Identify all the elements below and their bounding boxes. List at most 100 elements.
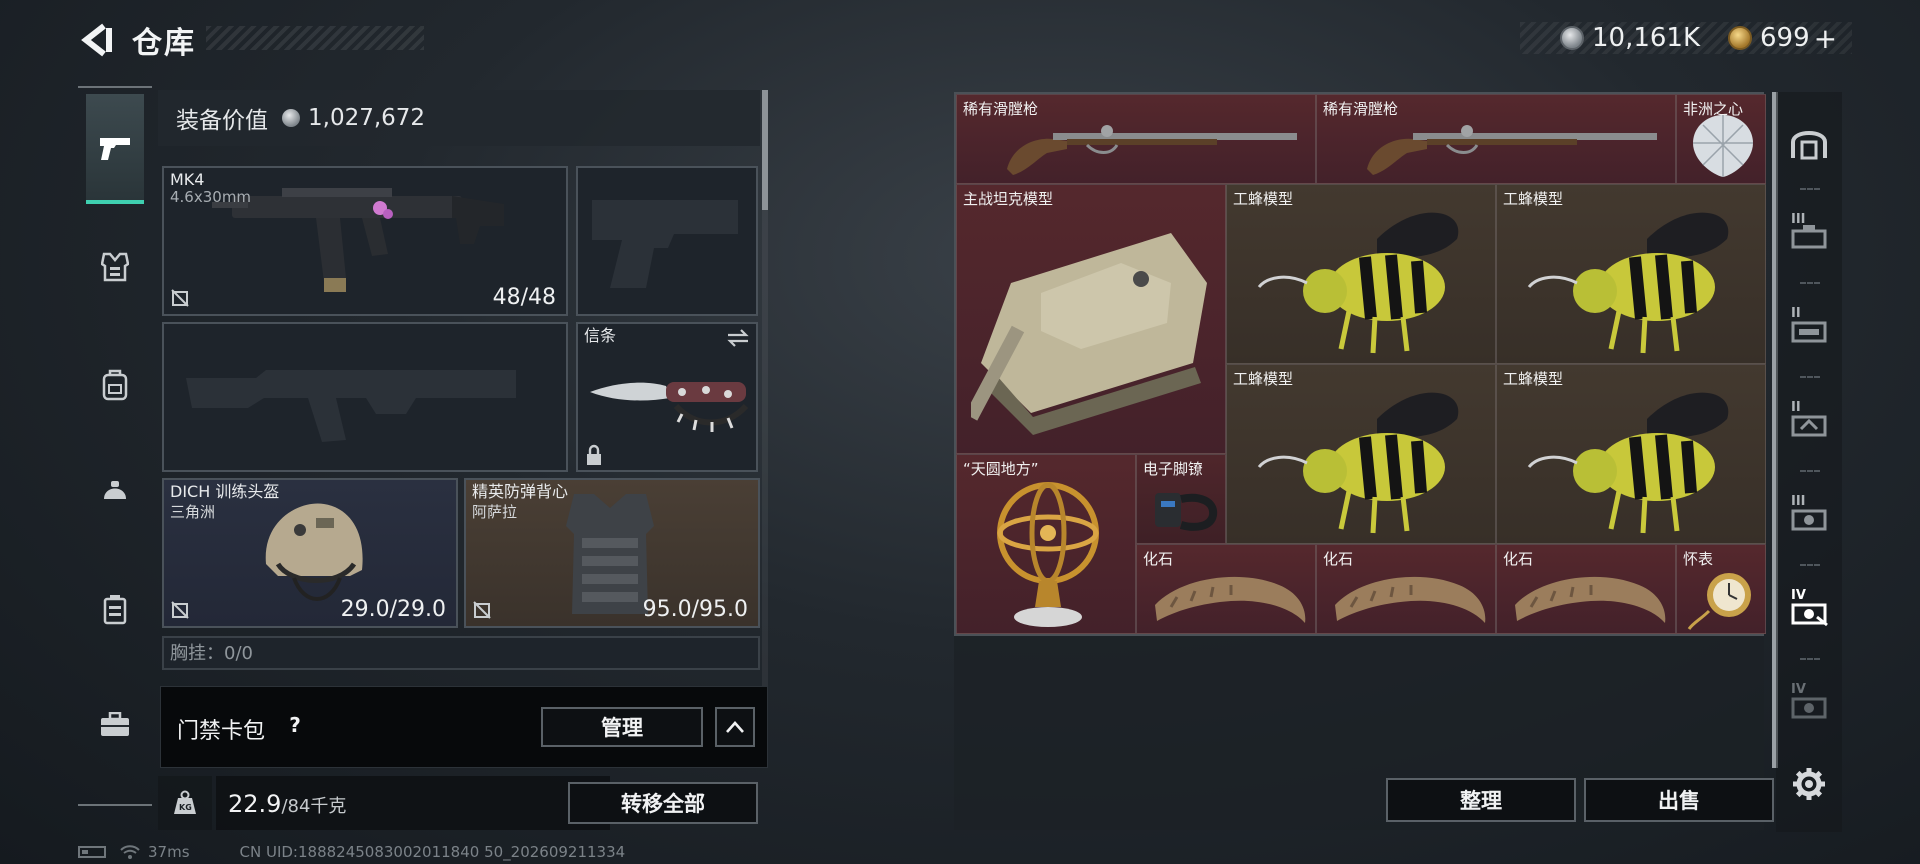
stash-item[interactable]: 化石 [1496, 544, 1676, 634]
ping-value: 37ms [148, 843, 190, 861]
pocket-watch-image [1687, 573, 1751, 630]
stash-item[interactable]: “天圆地方” [956, 454, 1136, 634]
armillary-sphere-image [997, 482, 1099, 627]
stash-tab-2a[interactable]: II [1785, 306, 1833, 354]
rifle-silhouette-icon [186, 370, 516, 442]
tab-level-label: III [1791, 494, 1806, 509]
stash-item[interactable]: 主战坦克模型 [956, 184, 1226, 454]
stash-tab-2b[interactable]: II [1785, 400, 1833, 448]
item-name: 主战坦克模型 [963, 190, 1054, 208]
primary-weapon-name: MK4 [170, 170, 205, 189]
equipment-panel: 装备价值 1,027,672 MK4 4.6x30mm 48/48 信条 DIC… [158, 90, 770, 830]
ankle-monitor-image [1155, 493, 1218, 531]
gold-plus[interactable]: + [1814, 22, 1837, 55]
vest-durability: 95.0/95.0 [642, 597, 748, 622]
chest-rig-label: 胸挂：0/0 [170, 643, 253, 664]
sort-button[interactable]: 整理 [1386, 778, 1576, 822]
tab-level-label: IV [1791, 682, 1806, 697]
transfer-all-button[interactable]: 转移全部 [568, 782, 758, 824]
primary-weapon-slot[interactable]: MK4 4.6x30mm 48/48 [162, 166, 568, 316]
category-rail [78, 86, 152, 806]
stash-item[interactable]: 化石 [1316, 544, 1496, 634]
stash-item[interactable]: 非洲之心 [1676, 94, 1766, 184]
diamond-image [1693, 115, 1753, 177]
pistol-icon [100, 138, 130, 160]
equipment-value: 1,027,672 [308, 105, 426, 131]
equipment-value-label: 装备价值 [176, 108, 268, 134]
helmet-durability: 29.0/29.0 [340, 597, 446, 622]
musket-image [1007, 125, 1297, 175]
backpack-icon [102, 369, 128, 401]
keycard-wallet-bar: 门禁卡包 ? 管理 [160, 686, 768, 768]
stash-item[interactable]: 工蜂模型 [1496, 364, 1766, 544]
chest-rig-icon [103, 595, 127, 625]
settings-button[interactable] [1785, 760, 1833, 808]
musket-image [1367, 125, 1657, 175]
stash-tab-3[interactable]: III [1785, 212, 1833, 260]
swap-icon[interactable] [726, 328, 750, 348]
stash-tab-4b[interactable]: IV [1785, 682, 1833, 730]
secondary-weapon-slot-empty[interactable] [162, 322, 568, 472]
manage-button[interactable]: 管理 [541, 707, 703, 747]
battery-icon [78, 846, 106, 858]
category-helmet[interactable] [86, 462, 144, 520]
stash-item[interactable]: 工蜂模型 [1226, 184, 1496, 364]
stash-item[interactable]: 稀有滑膛枪 [956, 94, 1316, 184]
page-title: 仓库 [132, 26, 196, 61]
tab-level-label: II [1791, 400, 1801, 415]
category-case[interactable] [86, 696, 144, 754]
weight-max: /84千克 [281, 796, 347, 817]
stash-tab-3b[interactable]: III [1785, 494, 1833, 542]
melee-slot[interactable]: 信条 [576, 322, 758, 472]
stash-item[interactable]: 工蜂模型 [1496, 184, 1766, 364]
sell-button[interactable]: 出售 [1584, 778, 1774, 822]
fossil-claw-image [1155, 576, 1306, 623]
category-chest-rig[interactable] [86, 580, 144, 638]
stash-item[interactable]: 怀表 [1676, 544, 1766, 634]
stash-item[interactable]: 电子脚镣 [1136, 454, 1226, 544]
item-name: 电子脚镣 [1143, 460, 1204, 478]
vest-region: 阿萨拉 [472, 503, 518, 521]
helmet-image [265, 503, 363, 601]
tab-level-label: IV [1791, 588, 1806, 603]
weight-value: 22.9/84千克 [228, 790, 346, 818]
weight-kg-icon: KG [158, 776, 212, 830]
bee-model-image [1257, 392, 1459, 534]
gold-currency[interactable]: 699 + [1728, 20, 1837, 56]
title-decoration [206, 26, 424, 50]
tab-level-label: II [1791, 306, 1801, 321]
armor-vest-slot[interactable]: 精英防弹背心 阿萨拉 95.0/95.0 [464, 478, 760, 628]
weight-current: 22.9 [228, 790, 282, 818]
category-weapons[interactable] [86, 94, 144, 204]
stash-item[interactable]: 工蜂模型 [1226, 364, 1496, 544]
svg-text:KG: KG [179, 803, 192, 812]
unbound-icon [170, 600, 190, 620]
help-icon[interactable]: ? [283, 713, 307, 739]
unbound-icon [170, 288, 190, 308]
chevron-up-icon [726, 721, 744, 733]
melee-name: 信条 [584, 326, 617, 345]
helmet-slot[interactable]: DICH 训练头盔 三角洲 29.0/29.0 [162, 478, 458, 628]
collapse-button[interactable] [715, 707, 755, 747]
stash-item[interactable]: 稀有滑膛枪 [1316, 94, 1676, 184]
item-name: “天圆地方” [963, 460, 1039, 478]
stash-tab-4-active[interactable]: IV [1785, 588, 1833, 636]
chest-rig-slot[interactable]: 胸挂：0/0 [162, 636, 760, 670]
back-arrow-icon[interactable] [78, 22, 114, 58]
primary-ammo-count: 48/48 [492, 285, 556, 310]
tab-level-label: III [1791, 212, 1806, 227]
gold-coin-icon [1728, 26, 1752, 50]
category-backpack[interactable] [86, 356, 144, 414]
settings-gear-icon [1793, 768, 1825, 800]
briefcase-icon [101, 712, 129, 736]
silver-coin-icon [282, 109, 300, 127]
pistol-slot-empty[interactable] [576, 166, 758, 316]
category-armor[interactable] [86, 238, 144, 296]
stash-dome-icon [1791, 131, 1827, 160]
stash-tab-main[interactable] [1785, 118, 1833, 166]
stash-tab-rail: III II II III IV IV [1776, 92, 1842, 832]
stash-item[interactable]: 化石 [1136, 544, 1316, 634]
silver-currency[interactable]: 10,161K [1560, 20, 1700, 56]
equipment-scrollbar[interactable] [762, 90, 768, 730]
knife-image [590, 382, 749, 432]
